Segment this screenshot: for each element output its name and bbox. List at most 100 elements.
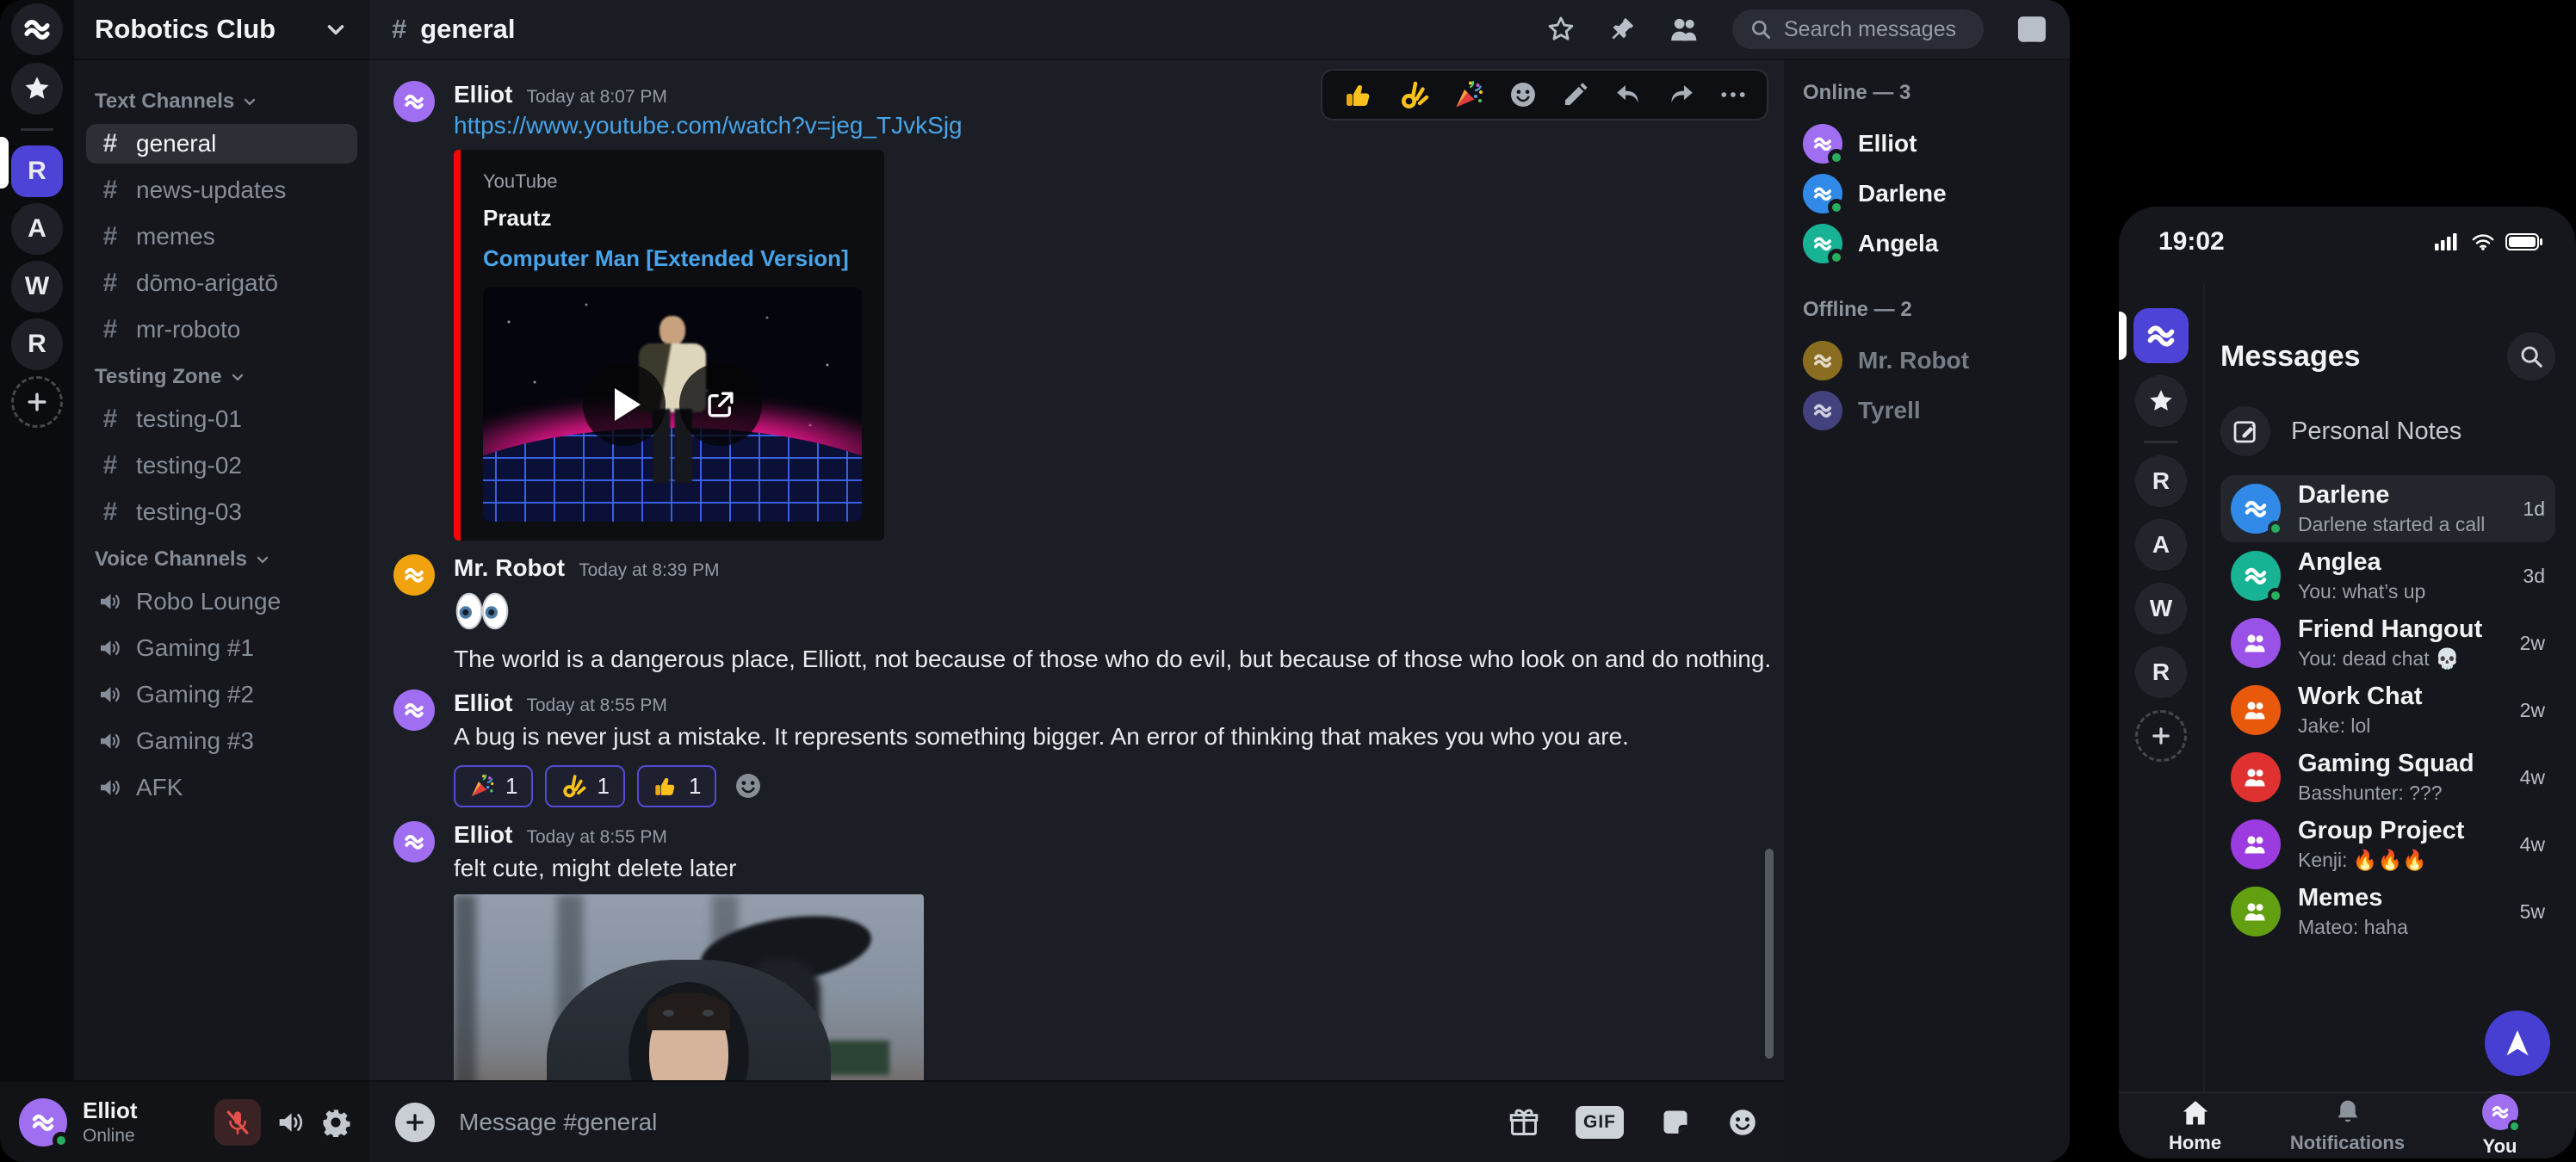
- message-hover-toolbar: [1321, 69, 1768, 121]
- sticker-picker-button[interactable]: [1660, 1107, 1691, 1138]
- message-author[interactable]: Elliot: [454, 689, 512, 717]
- emoji-picker-button[interactable]: [1727, 1107, 1758, 1138]
- link-embed: YouTube Prautz Computer Man [Extended Ve…: [454, 150, 884, 541]
- video-thumbnail[interactable]: [483, 287, 862, 522]
- deafen-speaker-button[interactable]: [276, 1109, 306, 1135]
- search-messages-input[interactable]: Search messages: [1732, 9, 1984, 49]
- add-reaction-button[interactable]: [1508, 80, 1538, 109]
- server-w[interactable]: W: [11, 261, 63, 312]
- avatar[interactable]: [393, 821, 435, 862]
- favorite-star-button[interactable]: [1546, 15, 1576, 44]
- channel-testing-02[interactable]: #testing-02: [86, 446, 357, 485]
- channel-testing-03[interactable]: #testing-03: [86, 492, 357, 532]
- server-r[interactable]: R: [2135, 455, 2187, 507]
- channel-general[interactable]: #general: [86, 124, 357, 164]
- ok-hand-emoji[interactable]: [1398, 79, 1429, 110]
- attach-file-button[interactable]: [395, 1103, 435, 1142]
- edit-pencil-button[interactable]: [1562, 81, 1589, 108]
- server-a[interactable]: A: [2135, 519, 2187, 571]
- message-author[interactable]: Elliot: [454, 821, 512, 849]
- channel-mr-roboto[interactable]: #mr-roboto: [86, 310, 357, 349]
- member-angela[interactable]: Angela: [1803, 219, 2070, 269]
- gift-button[interactable]: [1508, 1107, 1539, 1138]
- voice-gaming-3[interactable]: Gaming #3: [86, 721, 357, 761]
- voice-afk[interactable]: AFK: [86, 768, 357, 807]
- mute-microphone-button[interactable]: [214, 1099, 261, 1146]
- embed-title-link[interactable]: Computer Man [Extended Version]: [483, 245, 862, 272]
- section-testing-zone[interactable]: Testing Zone: [95, 365, 349, 389]
- message-author[interactable]: Elliot: [454, 81, 512, 108]
- forward-button[interactable]: [1667, 82, 1696, 108]
- nav-notifications[interactable]: Notifications: [2271, 1093, 2424, 1159]
- saved-notes-button[interactable]: [2135, 375, 2187, 427]
- voice-gaming-1[interactable]: Gaming #1: [86, 628, 357, 668]
- youtube-link[interactable]: https://www.youtube.com/watch?v=jeg_TJvk…: [454, 112, 963, 139]
- reaction-ok-hand[interactable]: 1: [545, 765, 624, 807]
- app-home-button[interactable]: [2133, 308, 2189, 363]
- avatar[interactable]: [393, 81, 435, 122]
- member-darlene[interactable]: Darlene: [1803, 169, 2070, 219]
- conversation-anglea[interactable]: Anglea You: what’s up 3d: [2220, 542, 2555, 609]
- inbox-button[interactable]: [2016, 15, 2047, 44]
- app-home-button[interactable]: [11, 3, 63, 55]
- open-external-button[interactable]: [679, 363, 762, 446]
- conversation-group-project[interactable]: Group Project Kenji: 🔥🔥🔥 4w: [2220, 811, 2555, 878]
- settings-gear-button[interactable]: [321, 1108, 350, 1137]
- channel-domo-arigato[interactable]: #dōmo-arigatō: [86, 263, 357, 303]
- server-w[interactable]: W: [2135, 583, 2187, 634]
- gif-picker-button[interactable]: GIF: [1576, 1106, 1624, 1139]
- server-r2[interactable]: R: [11, 318, 63, 370]
- play-icon: [615, 388, 641, 421]
- party-popper-emoji[interactable]: [1453, 79, 1484, 110]
- thumbs-up-emoji[interactable]: [1343, 79, 1374, 110]
- server-r2[interactable]: R: [2135, 646, 2187, 698]
- avatar[interactable]: [393, 554, 435, 596]
- conversation-memes[interactable]: Memes Mateo: haha 5w: [2220, 878, 2555, 945]
- add-server-button[interactable]: [2135, 710, 2187, 762]
- voice-gaming-2[interactable]: Gaming #2: [86, 675, 357, 714]
- group-avatar: [2231, 887, 2281, 936]
- channel-memes[interactable]: #memes: [86, 217, 357, 257]
- conversation-work-chat[interactable]: Work Chat Jake: lol 2w: [2220, 677, 2555, 744]
- channel-testing-01[interactable]: #testing-01: [86, 399, 357, 439]
- conversation-friend-hangout[interactable]: Friend Hangout You: dead chat 💀 2w: [2220, 609, 2555, 677]
- bell-icon: [2333, 1097, 2362, 1127]
- personal-notes-item[interactable]: Personal Notes: [2220, 406, 2555, 456]
- server-robotics-club[interactable]: R: [11, 145, 63, 197]
- hash-icon: #: [392, 14, 406, 45]
- avatar[interactable]: [393, 689, 435, 731]
- member-mr-robot[interactable]: Mr. Robot: [1803, 336, 2070, 386]
- voice-robo-lounge[interactable]: Robo Lounge: [86, 582, 357, 621]
- photo-attachment[interactable]: [454, 894, 924, 1080]
- server-a[interactable]: A: [11, 203, 63, 255]
- section-text-channels[interactable]: Text Channels: [95, 90, 349, 114]
- section-voice-channels[interactable]: Voice Channels: [95, 547, 349, 572]
- message-input[interactable]: Message #general: [459, 1109, 1472, 1136]
- pinned-messages-button[interactable]: [1608, 15, 1636, 43]
- conversation-darlene[interactable]: Darlene Darlene started a call 1d: [2220, 475, 2555, 542]
- reaction-party-popper[interactable]: 1: [454, 765, 533, 807]
- avatar[interactable]: [19, 1098, 67, 1147]
- hash-icon: #: [98, 269, 122, 298]
- compose-fab-button[interactable]: [2485, 1011, 2550, 1076]
- nav-home[interactable]: Home: [2119, 1093, 2271, 1159]
- conversation-gaming-squad[interactable]: Gaming Squad Basshunter: ??? 4w: [2220, 744, 2555, 811]
- member-list-toggle-button[interactable]: [1669, 17, 1701, 41]
- reaction-thumbs-up[interactable]: 1: [637, 765, 716, 807]
- message-author[interactable]: Mr. Robot: [454, 554, 565, 582]
- message-area[interactable]: Elliot Today at 8:07 PM https://www.yout…: [369, 60, 1784, 1080]
- search-button[interactable]: [2507, 332, 2555, 380]
- add-server-button[interactable]: [11, 376, 63, 428]
- add-reaction-button[interactable]: [734, 771, 763, 800]
- reply-button[interactable]: [1613, 82, 1643, 108]
- saved-notes-button[interactable]: [11, 63, 63, 114]
- channel-news-updates[interactable]: #news-updates: [86, 170, 357, 210]
- chat-scrollbar[interactable]: [1765, 849, 1774, 1059]
- server-header[interactable]: Robotics Club: [74, 0, 369, 60]
- more-options-button[interactable]: [1720, 90, 1746, 99]
- play-button[interactable]: [583, 363, 666, 446]
- member-elliot[interactable]: Elliot: [1803, 119, 2070, 169]
- member-name: Mr. Robot: [1858, 347, 1969, 374]
- member-tyrell[interactable]: Tyrell: [1803, 386, 2070, 436]
- nav-you[interactable]: You: [2424, 1093, 2576, 1159]
